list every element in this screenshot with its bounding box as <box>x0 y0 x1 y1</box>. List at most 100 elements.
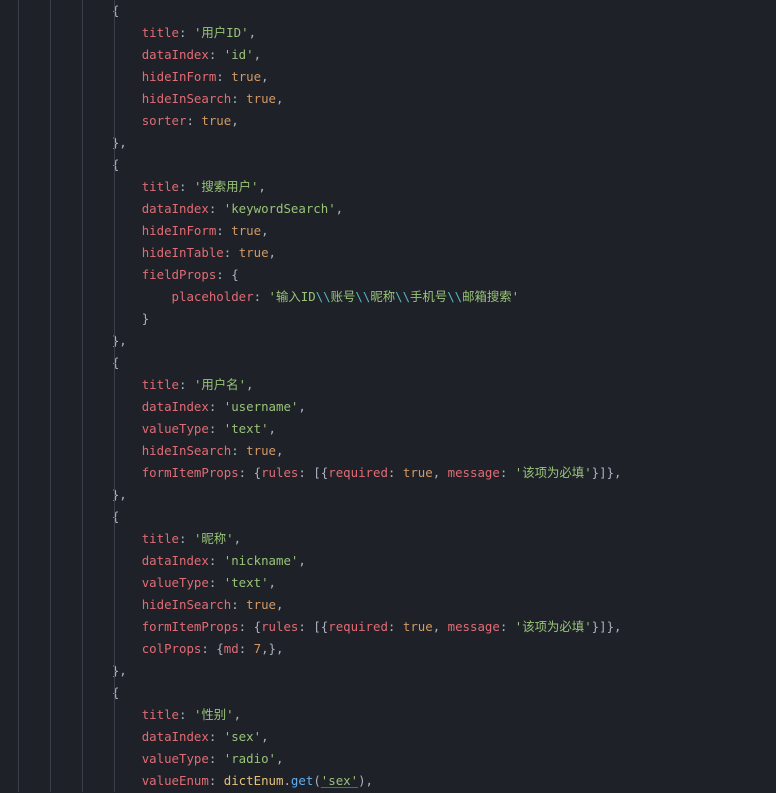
code-line[interactable]: valueType: 'radio', <box>0 748 776 770</box>
code-line[interactable]: dataIndex: 'id', <box>0 44 776 66</box>
code-token <box>82 619 142 634</box>
code-line[interactable]: valueEnum: dictEnum.get('sex'), <box>0 770 776 792</box>
code-token: 'id' <box>224 47 254 62</box>
code-text: { <box>48 0 119 22</box>
code-line[interactable]: }, <box>0 484 776 506</box>
code-token: : <box>186 113 193 128</box>
code-line[interactable]: title: '用户名', <box>0 374 776 396</box>
code-token: colProps <box>142 641 202 656</box>
code-text: hideInSearch: true, <box>48 594 283 616</box>
code-text: colProps: {md: 7,}, <box>48 638 283 660</box>
code-line[interactable]: hideInSearch: true, <box>0 594 776 616</box>
code-line[interactable]: }, <box>0 660 776 682</box>
code-token <box>507 465 514 480</box>
code-line[interactable]: dataIndex: 'sex', <box>0 726 776 748</box>
code-token: , <box>258 179 265 194</box>
code-line[interactable]: colProps: {md: 7,}, <box>0 638 776 660</box>
code-token: md <box>224 641 239 656</box>
code-line[interactable]: hideInSearch: true, <box>0 440 776 462</box>
code-token: required <box>328 619 388 634</box>
code-line[interactable]: title: '性别', <box>0 704 776 726</box>
code-body[interactable]: { title: '用户ID', dataIndex: 'id', hideIn… <box>0 0 776 792</box>
code-line[interactable]: hideInTable: true, <box>0 242 776 264</box>
code-token: \\ <box>355 289 370 304</box>
code-token <box>82 69 142 84</box>
code-token <box>186 531 193 546</box>
code-token: , <box>269 575 276 590</box>
code-token <box>82 641 142 656</box>
code-line[interactable]: formItemProps: {rules: [{required: true,… <box>0 462 776 484</box>
code-line[interactable]: { <box>0 352 776 374</box>
code-token <box>82 531 142 546</box>
code-token <box>82 729 142 744</box>
code-line[interactable]: dataIndex: 'nickname', <box>0 550 776 572</box>
code-token: , <box>261 69 268 84</box>
code-token: , <box>249 25 256 40</box>
code-line[interactable]: hideInSearch: true, <box>0 88 776 110</box>
code-line[interactable]: valueType: 'text', <box>0 418 776 440</box>
code-token <box>82 487 112 502</box>
code-token <box>186 377 193 392</box>
code-text: dataIndex: 'id', <box>48 44 261 66</box>
code-token: : <box>231 91 238 106</box>
code-line[interactable]: placeholder: '输入ID\\账号\\昵称\\手机号\\邮箱搜索' <box>0 286 776 308</box>
code-token: '输入ID <box>269 289 316 304</box>
code-line[interactable]: } <box>0 308 776 330</box>
code-line[interactable]: hideInForm: true, <box>0 220 776 242</box>
code-line[interactable]: title: '昵称', <box>0 528 776 550</box>
code-token: { <box>112 355 119 370</box>
code-line[interactable]: formItemProps: {rules: [{required: true,… <box>0 616 776 638</box>
code-token <box>82 509 112 524</box>
code-token: , <box>234 707 241 722</box>
code-line[interactable]: fieldProps: { <box>0 264 776 286</box>
code-token: { <box>246 619 261 634</box>
code-token <box>82 311 142 326</box>
code-line[interactable]: { <box>0 682 776 704</box>
code-token <box>82 707 142 722</box>
code-line[interactable]: dataIndex: 'username', <box>0 396 776 418</box>
code-token <box>82 773 142 788</box>
code-text: } <box>48 308 149 330</box>
code-token: hideInSearch <box>142 597 232 612</box>
code-text: { <box>48 506 119 528</box>
code-line[interactable]: { <box>0 0 776 22</box>
code-token: hideInForm <box>142 69 217 84</box>
code-editor-viewport[interactable]: { title: '用户ID', dataIndex: 'id', hideIn… <box>0 0 776 793</box>
code-token: title <box>142 531 179 546</box>
code-text: valueType: 'radio', <box>48 748 283 770</box>
code-token <box>246 641 253 656</box>
code-token <box>82 663 112 678</box>
code-line[interactable]: title: '用户ID', <box>0 22 776 44</box>
code-line[interactable]: { <box>0 506 776 528</box>
code-token: hideInForm <box>142 223 217 238</box>
code-token: sorter <box>142 113 187 128</box>
code-token: formItemProps <box>142 619 239 634</box>
code-token: hideInSearch <box>142 443 232 458</box>
code-token: , <box>246 377 253 392</box>
indent-guide-1 <box>114 0 115 792</box>
code-line[interactable]: }, <box>0 330 776 352</box>
code-token <box>82 113 142 128</box>
code-token: dataIndex <box>142 201 209 216</box>
code-token: \\ <box>395 289 410 304</box>
code-token <box>507 619 514 634</box>
code-line[interactable]: sorter: true, <box>0 110 776 132</box>
code-token: { <box>112 509 119 524</box>
code-token: dataIndex <box>142 47 209 62</box>
code-token: 'keywordSearch' <box>224 201 336 216</box>
code-line[interactable]: valueType: 'text', <box>0 572 776 594</box>
code-line[interactable]: dataIndex: 'keywordSearch', <box>0 198 776 220</box>
code-token: title <box>142 25 179 40</box>
code-line[interactable]: title: '搜索用户', <box>0 176 776 198</box>
code-token <box>216 773 223 788</box>
code-line[interactable]: hideInForm: true, <box>0 66 776 88</box>
code-token: dataIndex <box>142 553 209 568</box>
code-line[interactable]: { <box>0 154 776 176</box>
code-line[interactable]: }, <box>0 132 776 154</box>
code-token <box>216 421 223 436</box>
code-text: title: '用户ID', <box>48 22 256 44</box>
code-token <box>82 443 142 458</box>
code-token: \\ <box>447 289 462 304</box>
code-pane[interactable]: { title: '用户ID', dataIndex: 'id', hideIn… <box>0 0 776 792</box>
code-token <box>82 47 142 62</box>
